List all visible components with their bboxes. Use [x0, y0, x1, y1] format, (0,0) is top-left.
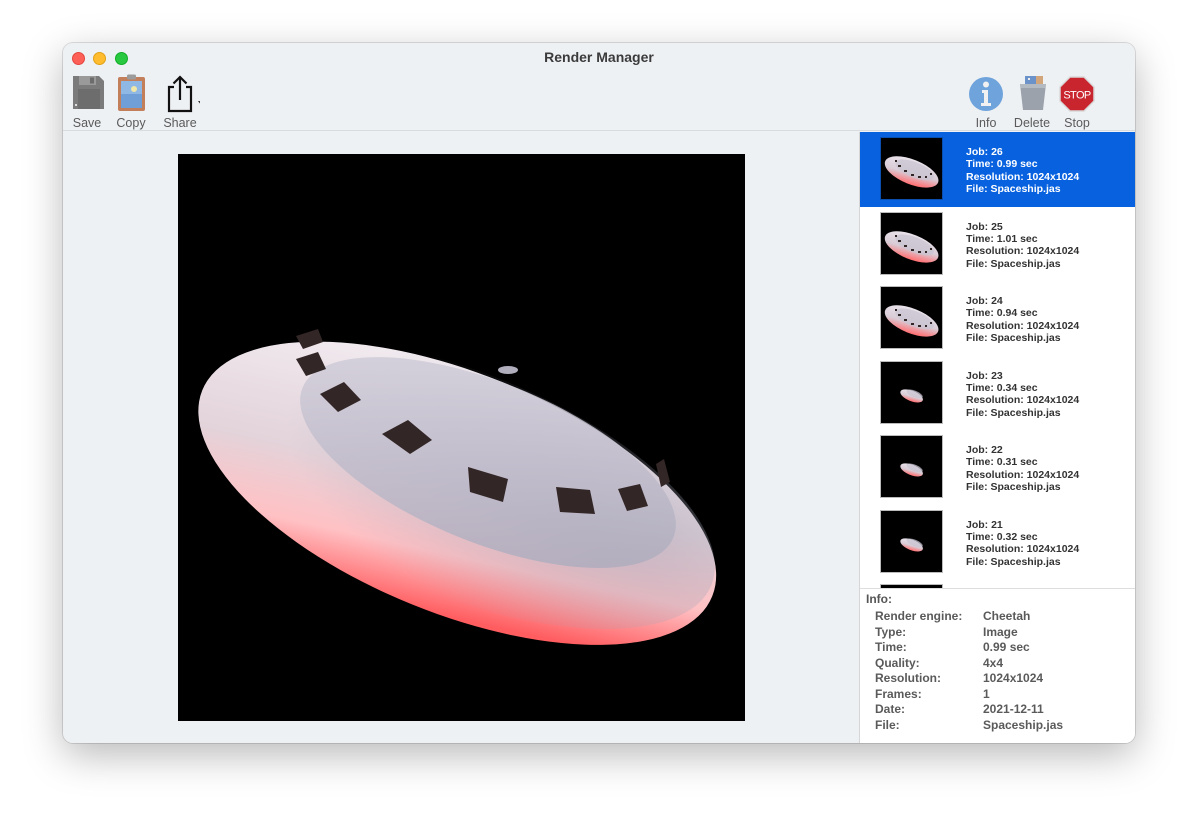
info-key: Type:: [875, 624, 907, 639]
floppy-disk-icon: [73, 76, 104, 109]
job-list-item[interactable]: Job: 26 Time: 0.99 sec Resolution: 1024x…: [860, 132, 1135, 207]
stop-button[interactable]: STOP Stop: [1051, 73, 1103, 130]
job-time: Time: 0.34 sec: [966, 381, 1038, 394]
info-icon: [969, 77, 1003, 111]
info-row: Quality: 4x4: [875, 656, 1135, 672]
job-list-item[interactable]: Job: 22 Time: 0.31 sec Resolution: 1024x…: [860, 430, 1135, 505]
job-list-item-partial[interactable]: [860, 579, 1135, 588]
copy-label: Copy: [116, 116, 146, 130]
job-list[interactable]: Job: 26 Time: 0.99 sec Resolution: 1024x…: [860, 132, 1135, 588]
job-thumbnail-render: [884, 230, 939, 263]
job-meta: Job: 21 Time: 0.32 sec Resolution: 1024x…: [966, 519, 1079, 569]
info-row: File: Spaceship.jas: [875, 718, 1135, 734]
job-thumbnail: [880, 286, 943, 349]
job-resolution: Resolution: 1024x1024: [966, 468, 1080, 481]
info-value: 1024x1024: [983, 671, 1044, 685]
job-thumbnail: [880, 137, 943, 200]
job-thumbnail-render: [900, 537, 923, 552]
job-thumbnail-render: [900, 463, 923, 477]
info-key: Frames:: [875, 686, 922, 701]
render-view: [63, 132, 859, 743]
job-number: Job: 25: [966, 220, 1003, 233]
info-value: Image: [983, 624, 1018, 639]
info-key: File:: [875, 717, 900, 732]
titlebar: Render Manager Save Copy Share Info Dele…: [63, 43, 1135, 131]
info-key: Quality:: [875, 655, 920, 670]
job-list-item[interactable]: Job: 21 Time: 0.32 sec Resolution: 1024x…: [860, 505, 1135, 580]
info-heading: Info:: [866, 592, 892, 606]
job-thumbnail: [880, 435, 943, 498]
window-title: Render Manager: [544, 49, 654, 65]
job-file: File: Spaceship.jas: [966, 332, 1061, 345]
info-row: Type: Image: [875, 625, 1135, 641]
job-file: File: Spaceship.jas: [966, 257, 1061, 270]
info-value: 0.99 sec: [983, 640, 1030, 654]
job-meta: Job: 22 Time: 0.31 sec Resolution: 1024x…: [966, 444, 1079, 494]
job-meta: Job: 25 Time: 1.01 sec Resolution: 1024x…: [966, 221, 1079, 271]
saucer-antenna: [498, 366, 518, 374]
info-value: 2021-12-11: [983, 702, 1044, 716]
job-time: Time: 1.01 sec: [966, 232, 1038, 245]
job-file: File: Spaceship.jas: [966, 183, 1061, 196]
job-thumbnail: [880, 211, 943, 275]
stop-sign-icon: STOP: [1059, 76, 1095, 112]
job-list-item[interactable]: Job: 25 Time: 1.01 sec Resolution: 1024x…: [860, 207, 1135, 282]
info-row: Render engine: Cheetah: [875, 609, 1135, 625]
job-thumbnail-render: [884, 305, 939, 337]
info-key: Resolution:: [875, 671, 941, 685]
spaceship-render: [198, 329, 717, 645]
info-key: Render engine:: [875, 609, 963, 623]
job-number: Job: 23: [966, 369, 1003, 382]
render-manager-window: Render Manager Save Copy Share Info Dele…: [63, 43, 1135, 743]
info-value: 4x4: [983, 655, 1004, 670]
job-resolution: Resolution: 1024x1024: [966, 170, 1080, 183]
job-number: Job: 22: [966, 444, 1003, 456]
info-value: 1: [983, 686, 990, 701]
stop-glyph: STOP: [1063, 90, 1091, 102]
info-button[interactable]: Info: [960, 73, 1012, 130]
job-meta: Job: 24 Time: 0.94 sec Resolution: 1024x…: [966, 295, 1079, 345]
job-thumbnail-render: [900, 388, 923, 403]
job-file: File: Spaceship.jas: [966, 406, 1061, 419]
job-thumbnail-render: [884, 156, 939, 188]
job-number: Job: 21: [966, 518, 1003, 531]
job-time: Time: 0.99 sec: [966, 158, 1038, 171]
job-time: Time: 0.94 sec: [966, 307, 1038, 320]
info-panel: Info: Render engine: Cheetah Type: Image T…: [860, 588, 1135, 743]
job-file: File: Spaceship.jas: [966, 481, 1061, 494]
job-resolution: Resolution: 1024x1024: [966, 394, 1080, 407]
stop-label: Stop: [1064, 116, 1090, 130]
info-key: Date:: [875, 702, 906, 716]
job-meta: Job: 26 Time: 0.99 sec Resolution: 1024x…: [966, 146, 1079, 196]
info-value: Spaceship.jas: [983, 717, 1064, 732]
job-resolution: Resolution: 1024x1024: [966, 245, 1080, 258]
job-time: Time: 0.32 sec: [966, 530, 1038, 543]
copy-button[interactable]: Copy: [105, 73, 157, 130]
info-key: Time:: [875, 640, 907, 654]
info-row: Time: 0.99 sec: [875, 640, 1135, 656]
info-row: Resolution: 1024x1024: [875, 671, 1135, 687]
job-number: Job: 26: [966, 146, 1003, 158]
info-label: Info: [975, 116, 997, 130]
job-meta: Job: 23 Time: 0.34 sec Resolution: 1024x…: [966, 370, 1079, 420]
job-thumbnail: [880, 360, 943, 424]
job-thumbnail: [880, 509, 943, 573]
share-button[interactable]: Share: [154, 73, 206, 130]
share-icon: [167, 75, 200, 113]
job-time: Time: 0.31 sec: [966, 456, 1038, 469]
job-list-item[interactable]: Job: 24 Time: 0.94 sec Resolution: 1024x…: [860, 281, 1135, 356]
job-resolution: Resolution: 1024x1024: [966, 543, 1080, 556]
info-row: Date: 2021-12-11: [875, 702, 1135, 718]
info-value: Cheetah: [983, 609, 1031, 623]
job-resolution: Resolution: 1024x1024: [966, 319, 1080, 332]
job-sidebar: Job: 26 Time: 0.99 sec Resolution: 1024x…: [859, 132, 1135, 743]
job-number: Job: 24: [966, 295, 1003, 307]
info-row: Frames: 1: [875, 687, 1135, 703]
clipboard-image-icon: [118, 74, 145, 111]
trash-icon: [1020, 76, 1046, 110]
share-label: Share: [163, 116, 197, 130]
job-list-item[interactable]: Job: 23 Time: 0.34 sec Resolution: 1024x…: [860, 356, 1135, 431]
render-image: [178, 154, 745, 721]
job-file: File: Spaceship.jas: [966, 555, 1061, 568]
